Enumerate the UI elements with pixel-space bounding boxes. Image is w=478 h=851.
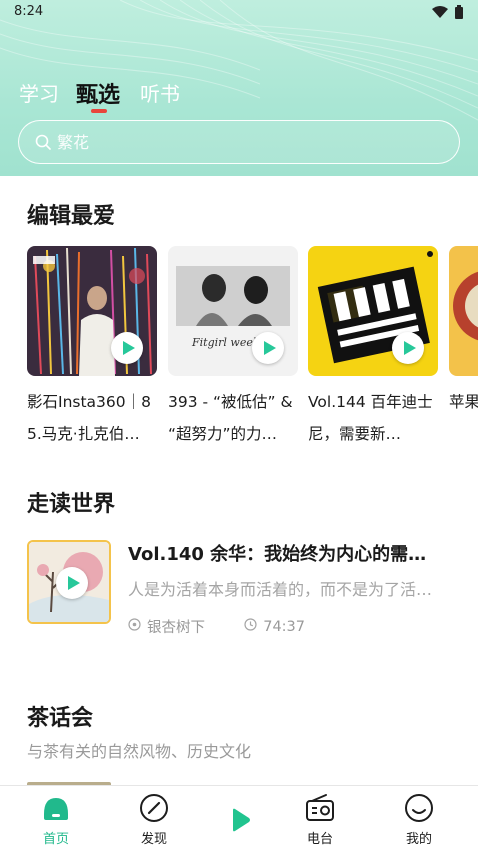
play-button[interactable] — [252, 332, 284, 364]
podcast-cover — [449, 246, 478, 376]
play-icon — [233, 808, 250, 832]
tab-audiobook[interactable]: 听书 — [140, 78, 180, 107]
search-bar[interactable] — [18, 120, 460, 164]
editors-pick-carousel[interactable]: 影石Insta360｜85.马克·扎克伯… Fitgirl weekly 393… — [0, 246, 478, 456]
top-tabs: 学习 甄选 听书 — [0, 78, 478, 112]
tab-selected[interactable]: 甄选 — [76, 77, 120, 109]
episode-meta: 银杏树下 74:37 — [128, 616, 305, 637]
active-tab-indicator — [91, 109, 107, 113]
tab-study[interactable]: 学习 — [19, 78, 59, 107]
status-bar: 8:24 — [0, 0, 478, 26]
nav-label: 发现 — [140, 832, 167, 847]
play-button[interactable] — [392, 332, 424, 364]
battery-icon — [455, 5, 463, 19]
bottom-nav: 首页 发现 电台 我的 — [0, 785, 478, 851]
podcast-title: Vol.144 百年迪士尼，需要新… — [308, 393, 433, 443]
nav-label: 我的 — [405, 832, 432, 847]
play-button[interactable] — [111, 332, 143, 364]
nav-home[interactable]: 首页 — [21, 792, 91, 847]
nav-label: 电台 — [306, 832, 333, 847]
home-icon — [44, 798, 68, 820]
status-time: 8:24 — [14, 4, 44, 19]
radio-icon — [306, 794, 334, 821]
nav-discover[interactable]: 发现 — [119, 792, 189, 847]
podcast-title: 影石Insta360｜85.马克·扎克伯… — [27, 393, 151, 443]
episode-channel[interactable]: 银杏树下 — [147, 616, 205, 637]
search-icon — [35, 134, 51, 150]
nav-profile[interactable]: 我的 — [384, 792, 454, 847]
header: 8:24 学习 甄选 听书 — [0, 0, 478, 176]
episode-title: Vol.140 余华：我始终为内心的需… — [128, 544, 427, 565]
episode-duration: 74:37 — [263, 618, 306, 635]
nav-label: 首页 — [42, 832, 69, 847]
episode-item[interactable]: Vol.140 余华：我始终为内心的需… 人是为活着本身而活着的，而不是为了活…… — [27, 540, 478, 636]
section-title-world-reading: 走读世界 — [27, 492, 116, 517]
search-input[interactable] — [57, 131, 437, 153]
profile-icon — [405, 794, 433, 822]
channel-icon — [128, 617, 141, 631]
clock-icon — [244, 617, 257, 631]
section-title-tea-party: 茶话会 — [27, 706, 94, 731]
compass-icon — [140, 794, 168, 822]
nav-play[interactable] — [204, 804, 274, 836]
nav-radio[interactable]: 电台 — [285, 792, 355, 847]
podcast-title: 393 - “被低估” & “超努力”的力… — [168, 393, 293, 443]
podcast-title: 苹果能手 — [449, 393, 478, 411]
episode-description: 人是为活着本身而活着的，而不是为了活… — [128, 580, 433, 599]
play-button[interactable] — [56, 567, 88, 599]
section-title-editors-pick: 编辑最爱 — [27, 204, 116, 229]
section-subtitle-tea-party: 与茶有关的自然风物、历史文化 — [27, 742, 252, 761]
wifi-icon — [432, 6, 448, 18]
